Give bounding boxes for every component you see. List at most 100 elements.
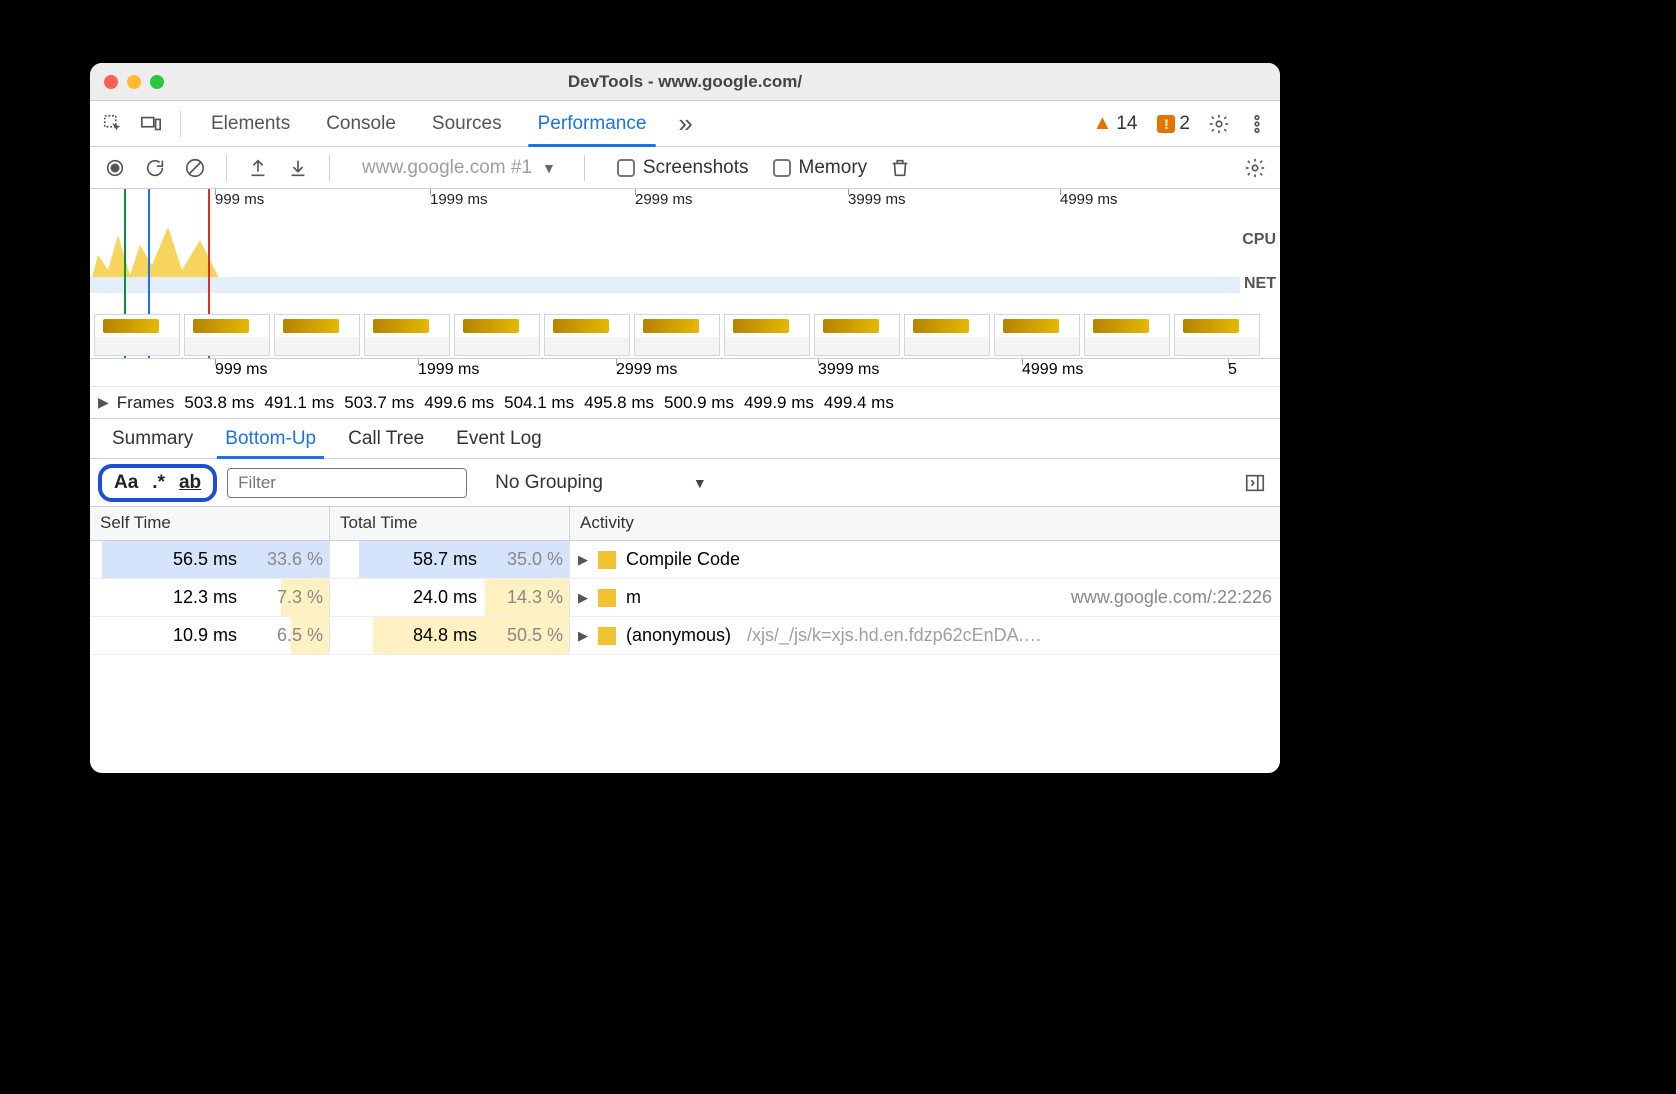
subtab-bottom-up[interactable]: Bottom-Up — [209, 419, 332, 458]
screenshot-thumb[interactable] — [364, 314, 450, 356]
screenshot-thumb[interactable] — [94, 314, 180, 356]
frame-value: 504.1 ms — [504, 393, 574, 413]
capture-settings-icon[interactable] — [1238, 151, 1272, 185]
screenshot-thumb[interactable] — [454, 314, 540, 356]
screenshot-thumb[interactable] — [1174, 314, 1260, 356]
checkbox-icon — [617, 159, 635, 177]
device-toolbar-icon[interactable] — [134, 107, 168, 141]
cell-self-time: 56.5 ms33.6 % — [90, 541, 330, 578]
expand-icon[interactable]: ▶ — [578, 552, 588, 568]
activity-name: m — [626, 587, 641, 608]
expand-icon[interactable]: ▶ — [578, 590, 588, 606]
filter-input[interactable] — [227, 468, 467, 498]
frame-value: 500.9 ms — [664, 393, 734, 413]
frame-value: 499.9 ms — [744, 393, 814, 413]
frame-value: 491.1 ms — [264, 393, 334, 413]
source-link[interactable]: www.google.com/:22:226 — [1071, 587, 1272, 608]
detail-tabs: Summary Bottom-Up Call Tree Event Log — [90, 419, 1280, 459]
screenshot-thumb[interactable] — [184, 314, 270, 356]
timeline-ruler[interactable]: 999 ms 1999 ms 2999 ms 3999 ms 4999 ms 5 — [90, 359, 1280, 387]
divider — [329, 155, 330, 181]
screenshot-filmstrip[interactable] — [90, 312, 1280, 358]
col-self-time[interactable]: Self Time — [90, 507, 330, 540]
screenshot-thumb[interactable] — [1084, 314, 1170, 356]
download-profile-button[interactable] — [281, 151, 315, 185]
errors-badge[interactable]: ! 2 — [1149, 113, 1198, 135]
match-case-button[interactable]: Aa — [114, 472, 138, 494]
tick: 2999 ms — [635, 191, 693, 208]
tick: 1999 ms — [430, 191, 488, 208]
screenshot-thumb[interactable] — [724, 314, 810, 356]
frames-label: Frames — [117, 393, 185, 413]
toggle-sidebar-button[interactable] — [1238, 466, 1272, 500]
kebab-menu-icon[interactable] — [1240, 107, 1274, 141]
filter-toolbar: Aa .* ab No Grouping ▼ — [90, 459, 1280, 507]
inspect-element-icon[interactable] — [96, 107, 130, 141]
delete-profile-button[interactable] — [883, 151, 917, 185]
frame-value: 499.4 ms — [824, 393, 894, 413]
error-count: 2 — [1179, 113, 1190, 135]
overview-ruler-top: 999 ms 1999 ms 2999 ms 3999 ms 4999 ms — [90, 189, 1280, 215]
expand-icon[interactable]: ▶ — [578, 628, 588, 644]
tick: 1999 ms — [418, 361, 479, 379]
tick: 3999 ms — [848, 191, 906, 208]
cell-self-time: 12.3 ms7.3 % — [90, 579, 330, 616]
timeline-overview[interactable]: 999 ms 1999 ms 2999 ms 3999 ms 4999 ms C… — [90, 189, 1280, 359]
category-chip — [598, 589, 616, 607]
subtab-call-tree[interactable]: Call Tree — [332, 419, 440, 458]
frame-value: 495.8 ms — [584, 393, 654, 413]
net-lane — [90, 277, 1240, 293]
table-row[interactable]: 56.5 ms33.6 %58.7 ms35.0 %▶Compile Code — [90, 541, 1280, 579]
memory-label: Memory — [799, 157, 868, 179]
warnings-badge[interactable]: ▲ 14 — [1084, 112, 1145, 135]
whole-word-button[interactable]: ab — [179, 472, 201, 494]
grouping-select[interactable]: No Grouping ▼ — [495, 472, 707, 494]
settings-icon[interactable] — [1202, 107, 1236, 141]
tab-sources[interactable]: Sources — [414, 101, 520, 146]
frame-value: 503.8 ms — [184, 393, 254, 413]
regex-button[interactable]: .* — [152, 472, 165, 494]
warning-count: 14 — [1116, 113, 1137, 135]
screenshot-thumb[interactable] — [994, 314, 1080, 356]
cell-activity: ▶(anonymous)/xjs/_/js/k=xjs.hd.en.fdzp62… — [570, 617, 1280, 654]
screenshot-thumb[interactable] — [544, 314, 630, 356]
table-header: Self Time Total Time Activity — [90, 507, 1280, 541]
cpu-label: CPU — [1242, 231, 1276, 249]
filter-options-highlight: Aa .* ab — [98, 464, 217, 502]
screenshot-thumb[interactable] — [634, 314, 720, 356]
screenshot-thumb[interactable] — [814, 314, 900, 356]
table-row[interactable]: 12.3 ms7.3 %24.0 ms14.3 %▶mwww.google.co… — [90, 579, 1280, 617]
tick: 4999 ms — [1022, 361, 1083, 379]
clear-button[interactable] — [178, 151, 212, 185]
activity-name: Compile Code — [626, 549, 740, 570]
profile-selector[interactable]: www.google.com #1 ▼ — [362, 157, 570, 179]
screenshots-checkbox[interactable]: Screenshots — [617, 157, 749, 179]
subtab-summary[interactable]: Summary — [96, 419, 209, 458]
bottom-up-table: 56.5 ms33.6 %58.7 ms35.0 %▶Compile Code1… — [90, 541, 1280, 773]
tick: 999 ms — [215, 361, 267, 379]
warning-icon: ▲ — [1092, 112, 1112, 135]
reload-record-button[interactable] — [138, 151, 172, 185]
subtab-event-log[interactable]: Event Log — [440, 419, 558, 458]
tab-elements[interactable]: Elements — [193, 101, 308, 146]
table-row[interactable]: 10.9 ms6.5 %84.8 ms50.5 %▶(anonymous)/xj… — [90, 617, 1280, 655]
upload-profile-button[interactable] — [241, 151, 275, 185]
devtools-window: DevTools - www.google.com/ Elements Cons… — [90, 63, 1280, 773]
tab-performance[interactable]: Performance — [520, 101, 665, 146]
expand-icon[interactable]: ▶ — [90, 394, 117, 411]
main-toolbar: Elements Console Sources Performance » ▲… — [90, 101, 1280, 147]
record-button[interactable] — [98, 151, 132, 185]
chevron-down-icon: ▼ — [693, 475, 707, 491]
frames-track[interactable]: ▶ Frames 503.8 ms 491.1 ms 503.7 ms 499.… — [90, 387, 1280, 419]
source-link[interactable]: /xjs/_/js/k=xjs.hd.en.fdzp62cEnDA.… — [747, 625, 1042, 646]
tab-console[interactable]: Console — [308, 101, 414, 146]
more-tabs-button[interactable]: » — [668, 108, 702, 139]
screenshot-thumb[interactable] — [274, 314, 360, 356]
col-activity[interactable]: Activity — [570, 507, 1280, 540]
frame-durations: 503.8 ms 491.1 ms 503.7 ms 499.6 ms 504.… — [184, 393, 893, 413]
memory-checkbox[interactable]: Memory — [773, 157, 868, 179]
divider — [226, 155, 227, 181]
screenshot-thumb[interactable] — [904, 314, 990, 356]
frame-value: 503.7 ms — [344, 393, 414, 413]
col-total-time[interactable]: Total Time — [330, 507, 570, 540]
